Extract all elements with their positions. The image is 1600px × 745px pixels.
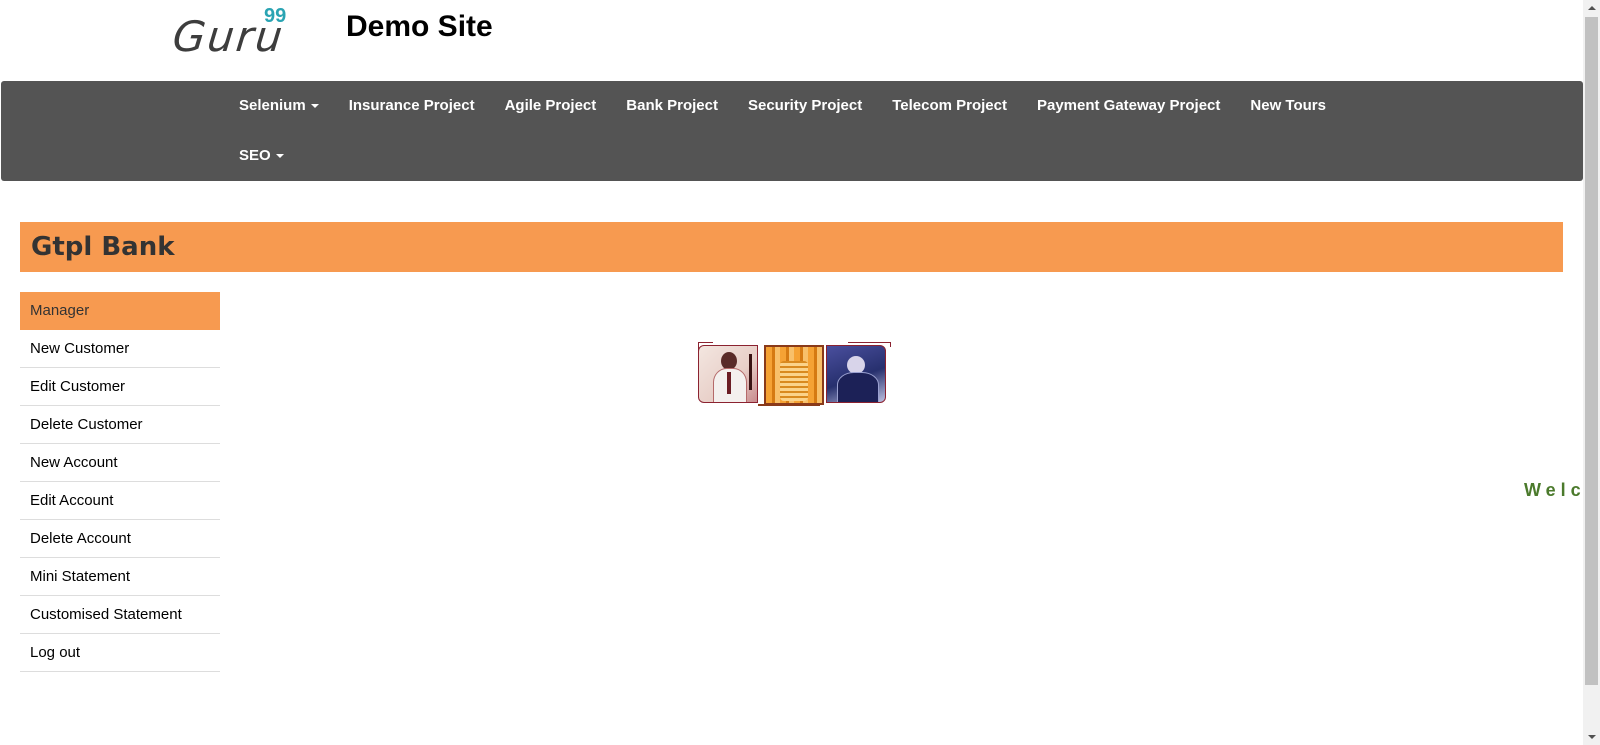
figure-body <box>837 372 879 402</box>
sidebar-menu: Manager New Customer Edit Customer Delet… <box>20 292 220 672</box>
nav-bank-project[interactable]: Bank Project <box>611 81 733 131</box>
navbar-row-2: SEO <box>224 131 299 181</box>
menu-item-mini-statement[interactable]: Mini Statement <box>20 558 220 596</box>
menu-item-edit-account[interactable]: Edit Account <box>20 482 220 520</box>
menu-item-new-account[interactable]: New Account <box>20 444 220 482</box>
menu-item-customised-statement[interactable]: Customised Statement <box>20 596 220 634</box>
menu-item-manager[interactable]: Manager <box>20 292 220 330</box>
scrollbar-thumb[interactable] <box>1585 17 1598 685</box>
bank-banner: Gtpl Bank <box>20 222 1563 272</box>
menu-item-delete-account[interactable]: Delete Account <box>20 520 220 558</box>
scroll-up-arrow-icon[interactable] <box>1583 0 1600 17</box>
nav-insurance-project[interactable]: Insurance Project <box>334 81 490 131</box>
frame-corner <box>848 342 891 347</box>
menu-item-new-customer[interactable]: New Customer <box>20 330 220 368</box>
collage-photo-coins <box>764 345 824 405</box>
menu-item-log-out[interactable]: Log out <box>20 634 220 672</box>
frame-corner <box>758 400 820 406</box>
coin-stack <box>780 361 808 401</box>
nav-seo-dropdown[interactable]: SEO <box>224 131 299 181</box>
collage-photo-businessman <box>698 345 758 403</box>
logo-superscript: 99 <box>264 5 287 27</box>
navbar-row-1: Selenium Insurance Project Agile Project… <box>224 81 1341 131</box>
nav-security-project[interactable]: Security Project <box>733 81 877 131</box>
site-title: Demo Site <box>346 10 493 43</box>
nav-telecom-project[interactable]: Telecom Project <box>877 81 1022 131</box>
collage-bar <box>749 354 752 390</box>
figure-tie <box>727 372 731 394</box>
nav-seo-label: SEO <box>239 147 271 164</box>
menu-item-edit-customer[interactable]: Edit Customer <box>20 368 220 406</box>
vertical-scrollbar[interactable] <box>1583 0 1600 745</box>
menu-item-delete-customer[interactable]: Delete Customer <box>20 406 220 444</box>
top-navbar: Selenium Insurance Project Agile Project… <box>1 81 1583 181</box>
nav-new-tours[interactable]: New Tours <box>1235 81 1341 131</box>
nav-selenium-dropdown[interactable]: Selenium <box>224 81 334 131</box>
nav-agile-project[interactable]: Agile Project <box>490 81 612 131</box>
nav-payment-gateway-project[interactable]: Payment Gateway Project <box>1022 81 1235 131</box>
collage-photo-woman <box>826 345 886 403</box>
banking-collage-image <box>698 342 891 406</box>
bank-name-heading: Gtpl Bank <box>31 232 175 262</box>
nav-selenium-label: Selenium <box>239 97 306 114</box>
caret-down-icon <box>275 154 284 159</box>
caret-down-icon <box>310 104 319 109</box>
page: Guru 99 Demo Site Selenium Insurance Pro… <box>0 0 1597 745</box>
scroll-down-arrow-icon[interactable] <box>1583 728 1600 745</box>
